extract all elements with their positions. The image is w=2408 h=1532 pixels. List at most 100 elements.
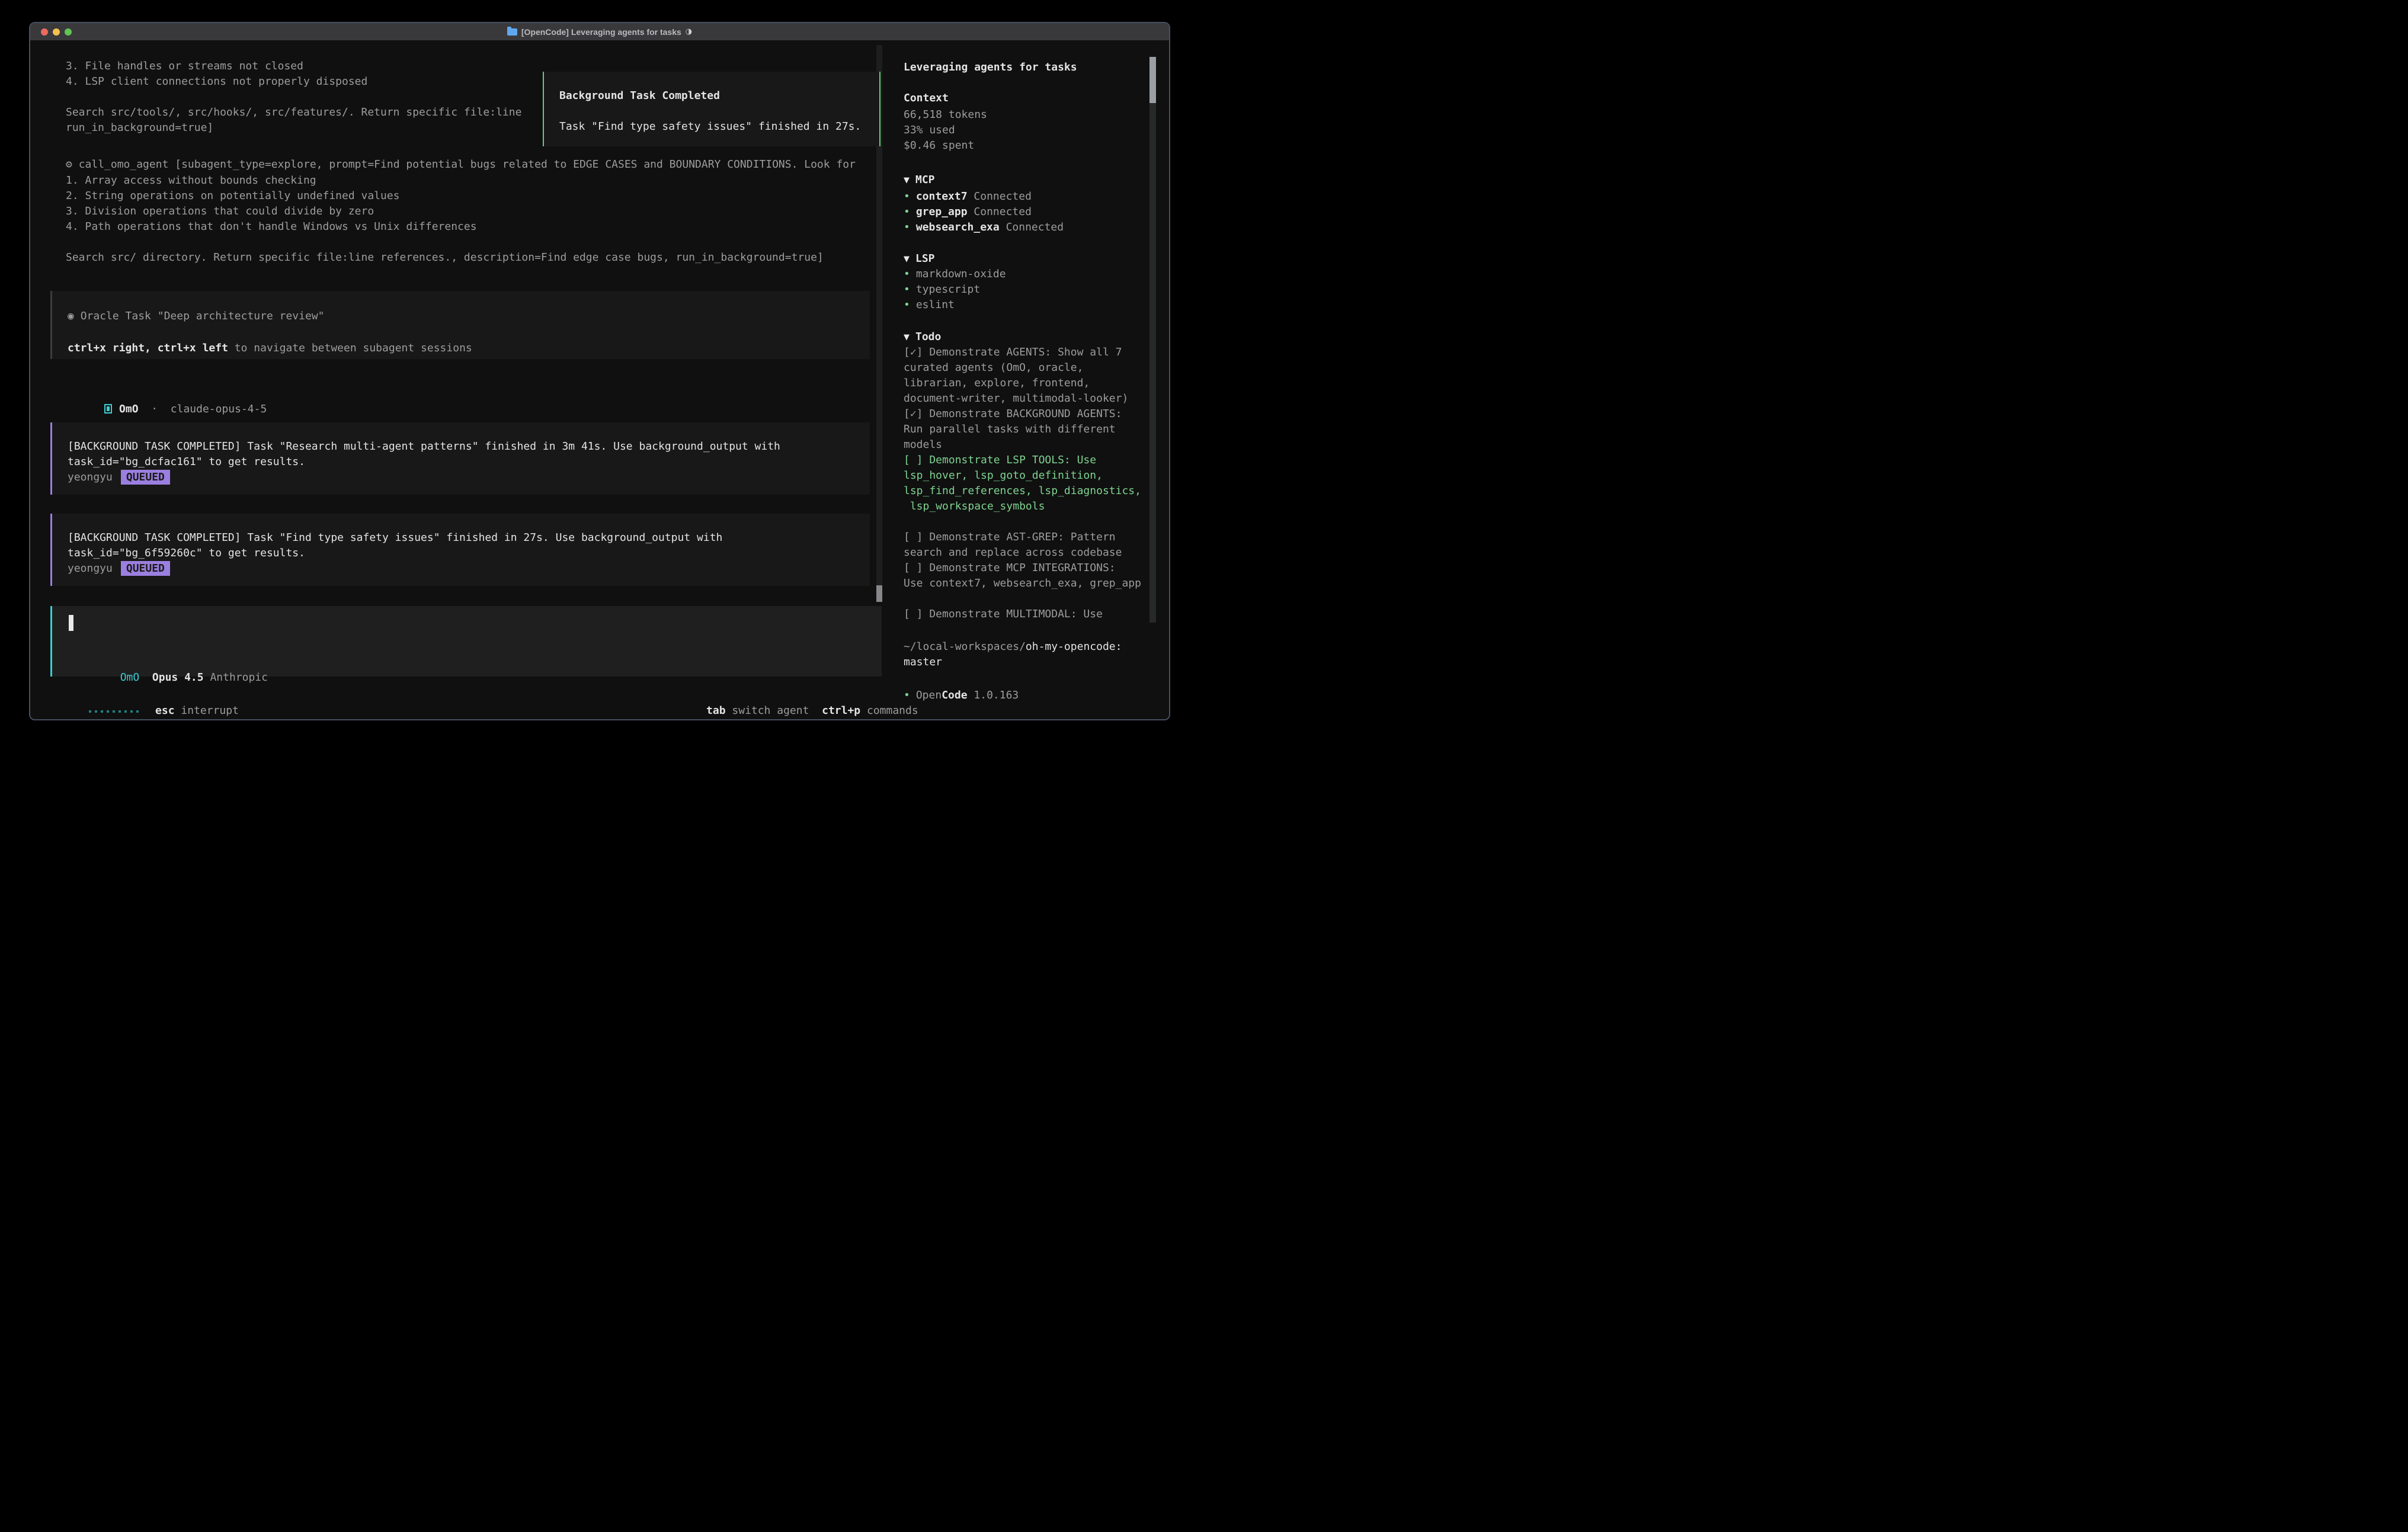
task-author: yeongyu (68, 471, 113, 483)
tool-call-line: ⚙ call_omo_agent [subagent_type=explore,… (66, 157, 856, 172)
chevron-down-icon: ▼ (904, 173, 910, 188)
lsp-item-name: markdown-oxide (916, 268, 1006, 280)
todo-line: Run parallel tasks with different (904, 422, 1158, 437)
todo-header-label: Todo (915, 331, 941, 343)
lsp-header-label: LSP (915, 252, 935, 265)
todo-line-active: [ ] Demonstrate LSP TOOLS: Use (904, 453, 1158, 468)
todo-line: search and replace across codebase (904, 545, 1158, 560)
scrollback-line: 4. LSP client connections not properly d… (66, 74, 367, 89)
todo-line: librarian, explore, frontend, (904, 376, 1158, 391)
lsp-item-name: typescript (916, 283, 980, 296)
workspace-repo: oh-my-opencode: (1026, 640, 1122, 653)
version-number: 1.0.163 (974, 689, 1019, 701)
input-provider: Anthropic (210, 671, 268, 684)
todo-line: [ ] Demonstrate MCP INTEGRATIONS: (904, 560, 1158, 576)
input-model: Opus 4.5 (152, 671, 204, 684)
agent-square-icon (104, 404, 112, 414)
minimize-button[interactable] (53, 28, 60, 36)
commands-key-label: commands (867, 704, 918, 717)
status-dot-icon: • (904, 206, 910, 218)
status-badge: QUEUED (121, 470, 170, 485)
tool-call-item: 2. String operations on potentially unde… (66, 188, 400, 204)
lsp-item: • typescript (904, 282, 1158, 297)
opencode-version-line: •OpenCode 1.0.163 (904, 688, 1158, 703)
context-spent: $0.46 spent (904, 138, 1158, 153)
mcp-section-header[interactable]: ▼ MCP (904, 172, 1158, 188)
mcp-item-name: context7 (916, 190, 968, 203)
status-dot-icon: • (904, 268, 910, 280)
oracle-hint-line: ctrl+x right, ctrl+x left to navigate be… (68, 341, 472, 356)
agent-separator: · (151, 403, 158, 415)
todo-line-active: lsp_find_references, lsp_diagnostics, (904, 483, 1158, 499)
agent-model: claude-opus-4-5 (171, 403, 267, 415)
brand-prefix: Open (916, 689, 942, 701)
text-cursor (69, 615, 73, 631)
tool-call-text: call_omo_agent [subagent_type=explore, p… (79, 158, 856, 171)
esc-key-hint: esc (155, 704, 175, 717)
agent-name: OmO (119, 403, 139, 415)
status-dot-icon: • (904, 190, 910, 203)
lsp-item: •eslint (904, 297, 1158, 313)
todo-line: [ ] Demonstrate AST-GREP: Pattern (904, 530, 1158, 545)
tool-call-search-line: Search src/ directory. Return specific f… (66, 250, 824, 265)
window-titlebar: [OpenCode] Leveraging agents for tasks ◑ (30, 23, 1169, 40)
terminal-window: [OpenCode] Leveraging agents for tasks ◑… (29, 22, 1170, 720)
esc-key-label: interrupt (181, 704, 239, 717)
todo-line-active: lsp_hover, lsp_goto_definition, (904, 468, 1158, 483)
mcp-item-name: grep_app (916, 206, 968, 218)
oracle-session-box: ◉ Oracle Task "Deep architecture review"… (50, 291, 870, 359)
task-author: yeongyu (68, 562, 113, 575)
tool-call-item: 1. Array access without bounds checking (66, 173, 316, 188)
gear-icon: ⚙ (66, 158, 72, 171)
statusbar-right: tab switch agent ctrl+p commands (668, 688, 882, 720)
todo-line: curated agents (OmO, oracle, (904, 360, 1158, 376)
window-title-text: [OpenCode] Leveraging agents for tasks (521, 27, 681, 37)
record-icon: ◉ (68, 310, 74, 322)
todo-line-active: lsp_workspace_symbols (904, 499, 1158, 514)
lsp-section-header[interactable]: ▼ LSP (904, 251, 1158, 267)
lsp-item-name: eslint (916, 299, 955, 311)
scrollback-line: Search src/tools/, src/hooks/, src/featu… (66, 105, 521, 120)
lsp-item: • markdown-oxide (904, 267, 1158, 282)
mcp-header-label: MCP (915, 174, 935, 186)
mcp-item-status: Connected (974, 206, 1032, 218)
workspace-branch: master (904, 655, 1158, 670)
todo-line: models (904, 437, 1158, 453)
task-line1: [BACKGROUND TASK COMPLETED] Task "Resear… (68, 439, 780, 454)
maximize-button[interactable] (65, 28, 72, 36)
status-dot-icon: • (904, 283, 910, 296)
context-tokens: 66,518 tokens (904, 107, 1158, 123)
scrollback-line: 3. File handles or streams not closed (66, 59, 303, 74)
oracle-title-line: ◉ Oracle Task "Deep architecture review" (68, 309, 325, 324)
session-title: Leveraging agents for tasks (904, 60, 1158, 75)
window-title: [OpenCode] Leveraging agents for tasks ◑ (507, 27, 692, 37)
terminal-body: 3. File handles or streams not closed 4.… (30, 40, 1169, 719)
spinner-dots (89, 704, 142, 717)
chevron-down-icon: ▼ (904, 252, 910, 267)
tool-call-item: 3. Division operations that could divide… (66, 204, 374, 219)
input-agent-name: OmO (120, 671, 140, 684)
workspace-path: ~/local-workspaces/oh-my-opencode: (904, 639, 1158, 655)
mcp-item-status: Connected (974, 190, 1032, 203)
todo-line: document-writer, multimodal-looker) (904, 391, 1158, 406)
context-header: Context (904, 91, 1158, 106)
task-message-box: [BACKGROUND TASK COMPLETED] Task "Find t… (50, 514, 870, 586)
todo-section-header[interactable]: ▼Todo (904, 329, 1158, 345)
prompt-input[interactable]: OmO Opus 4.5 Anthropic (50, 606, 882, 677)
todo-line: Use context7, websearch_exa, grep_app (904, 576, 1158, 591)
traffic-lights (41, 23, 72, 40)
mcp-item: •websearch_exa Connected (904, 220, 1158, 235)
task-line2: task_id="bg_6f59260c" to get results. (68, 546, 305, 561)
workspace-path-prefix: ~/local-workspaces/ (904, 640, 1026, 653)
todo-line: [ ] Demonstrate MULTIMODAL: Use (904, 607, 1158, 622)
status-badge: QUEUED (121, 561, 170, 576)
main-scrollbar-thumb[interactable] (876, 585, 882, 602)
brand-suffix: Code (942, 689, 967, 701)
commands-key-hint: ctrl+p (822, 704, 860, 717)
loading-half-circle-icon: ◑ (686, 27, 692, 36)
todo-line: [✓] Demonstrate BACKGROUND AGENTS: (904, 406, 1158, 422)
task-message-box: [BACKGROUND TASK COMPLETED] Task "Resear… (50, 422, 870, 495)
close-button[interactable] (41, 28, 48, 36)
background-task-toast: Background Task Completed Task "Find typ… (543, 72, 880, 146)
oracle-title: Oracle Task "Deep architecture review" (81, 310, 325, 322)
